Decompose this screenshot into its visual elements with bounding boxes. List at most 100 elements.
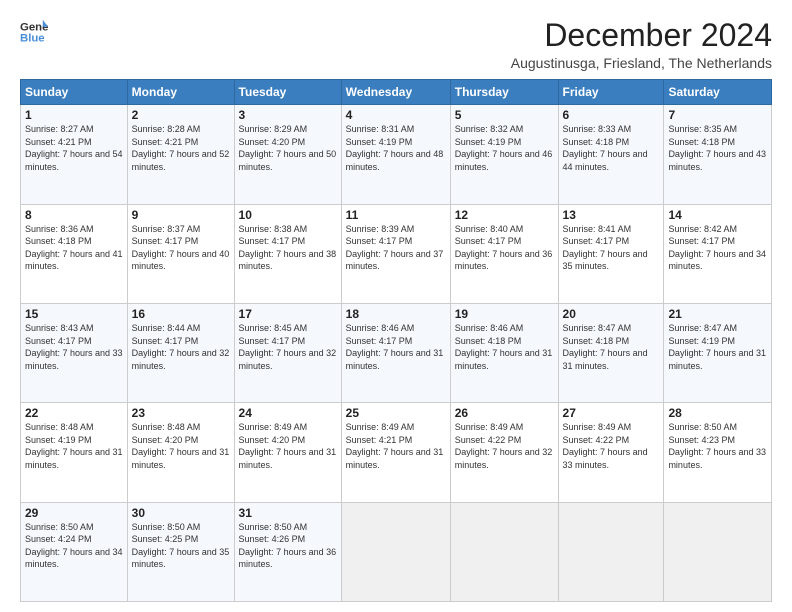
col-monday: Monday	[127, 80, 234, 105]
table-row	[664, 502, 772, 601]
day-info: Sunrise: 8:48 AMSunset: 4:20 PMDaylight:…	[132, 422, 230, 470]
table-row: 9 Sunrise: 8:37 AMSunset: 4:17 PMDayligh…	[127, 204, 234, 303]
day-info: Sunrise: 8:48 AMSunset: 4:19 PMDaylight:…	[25, 422, 123, 470]
col-saturday: Saturday	[664, 80, 772, 105]
logo: General Blue	[20, 18, 48, 46]
table-row: 28 Sunrise: 8:50 AMSunset: 4:23 PMDaylig…	[664, 403, 772, 502]
day-number: 19	[455, 307, 554, 321]
table-row: 20 Sunrise: 8:47 AMSunset: 4:18 PMDaylig…	[558, 303, 664, 402]
day-info: Sunrise: 8:49 AMSunset: 4:20 PMDaylight:…	[239, 422, 337, 470]
day-info: Sunrise: 8:36 AMSunset: 4:18 PMDaylight:…	[25, 224, 123, 272]
table-row: 7 Sunrise: 8:35 AMSunset: 4:18 PMDayligh…	[664, 105, 772, 204]
calendar-week-row: 8 Sunrise: 8:36 AMSunset: 4:18 PMDayligh…	[21, 204, 772, 303]
col-friday: Friday	[558, 80, 664, 105]
day-number: 30	[132, 506, 230, 520]
table-row: 31 Sunrise: 8:50 AMSunset: 4:26 PMDaylig…	[234, 502, 341, 601]
table-row: 22 Sunrise: 8:48 AMSunset: 4:19 PMDaylig…	[21, 403, 128, 502]
table-row: 29 Sunrise: 8:50 AMSunset: 4:24 PMDaylig…	[21, 502, 128, 601]
day-number: 20	[563, 307, 660, 321]
table-row: 10 Sunrise: 8:38 AMSunset: 4:17 PMDaylig…	[234, 204, 341, 303]
day-info: Sunrise: 8:45 AMSunset: 4:17 PMDaylight:…	[239, 323, 337, 371]
day-number: 14	[668, 208, 767, 222]
day-info: Sunrise: 8:31 AMSunset: 4:19 PMDaylight:…	[346, 124, 444, 172]
table-row: 1 Sunrise: 8:27 AMSunset: 4:21 PMDayligh…	[21, 105, 128, 204]
day-number: 4	[346, 108, 446, 122]
day-number: 26	[455, 406, 554, 420]
day-info: Sunrise: 8:40 AMSunset: 4:17 PMDaylight:…	[455, 224, 553, 272]
day-number: 15	[25, 307, 123, 321]
table-row: 30 Sunrise: 8:50 AMSunset: 4:25 PMDaylig…	[127, 502, 234, 601]
day-info: Sunrise: 8:39 AMSunset: 4:17 PMDaylight:…	[346, 224, 444, 272]
day-number: 29	[25, 506, 123, 520]
day-number: 13	[563, 208, 660, 222]
day-info: Sunrise: 8:32 AMSunset: 4:19 PMDaylight:…	[455, 124, 553, 172]
day-info: Sunrise: 8:50 AMSunset: 4:24 PMDaylight:…	[25, 522, 123, 570]
header: General Blue December 2024 Augustinusga,…	[20, 18, 772, 71]
day-number: 22	[25, 406, 123, 420]
day-info: Sunrise: 8:46 AMSunset: 4:17 PMDaylight:…	[346, 323, 444, 371]
table-row: 24 Sunrise: 8:49 AMSunset: 4:20 PMDaylig…	[234, 403, 341, 502]
table-row	[558, 502, 664, 601]
day-info: Sunrise: 8:50 AMSunset: 4:26 PMDaylight:…	[239, 522, 337, 570]
col-tuesday: Tuesday	[234, 80, 341, 105]
day-number: 16	[132, 307, 230, 321]
table-row: 12 Sunrise: 8:40 AMSunset: 4:17 PMDaylig…	[450, 204, 558, 303]
table-row: 6 Sunrise: 8:33 AMSunset: 4:18 PMDayligh…	[558, 105, 664, 204]
calendar-header-row: Sunday Monday Tuesday Wednesday Thursday…	[21, 80, 772, 105]
table-row: 17 Sunrise: 8:45 AMSunset: 4:17 PMDaylig…	[234, 303, 341, 402]
day-info: Sunrise: 8:29 AMSunset: 4:20 PMDaylight:…	[239, 124, 337, 172]
day-number: 11	[346, 208, 446, 222]
day-info: Sunrise: 8:44 AMSunset: 4:17 PMDaylight:…	[132, 323, 230, 371]
table-row: 8 Sunrise: 8:36 AMSunset: 4:18 PMDayligh…	[21, 204, 128, 303]
day-info: Sunrise: 8:41 AMSunset: 4:17 PMDaylight:…	[563, 224, 648, 272]
day-number: 1	[25, 108, 123, 122]
calendar-week-row: 15 Sunrise: 8:43 AMSunset: 4:17 PMDaylig…	[21, 303, 772, 402]
table-row: 15 Sunrise: 8:43 AMSunset: 4:17 PMDaylig…	[21, 303, 128, 402]
table-row: 25 Sunrise: 8:49 AMSunset: 4:21 PMDaylig…	[341, 403, 450, 502]
day-info: Sunrise: 8:33 AMSunset: 4:18 PMDaylight:…	[563, 124, 648, 172]
main-title: December 2024	[511, 18, 772, 53]
day-info: Sunrise: 8:43 AMSunset: 4:17 PMDaylight:…	[25, 323, 123, 371]
table-row: 11 Sunrise: 8:39 AMSunset: 4:17 PMDaylig…	[341, 204, 450, 303]
day-number: 21	[668, 307, 767, 321]
day-number: 12	[455, 208, 554, 222]
table-row: 2 Sunrise: 8:28 AMSunset: 4:21 PMDayligh…	[127, 105, 234, 204]
day-info: Sunrise: 8:38 AMSunset: 4:17 PMDaylight:…	[239, 224, 337, 272]
title-section: December 2024 Augustinusga, Friesland, T…	[511, 18, 772, 71]
calendar-week-row: 1 Sunrise: 8:27 AMSunset: 4:21 PMDayligh…	[21, 105, 772, 204]
table-row: 14 Sunrise: 8:42 AMSunset: 4:17 PMDaylig…	[664, 204, 772, 303]
svg-text:Blue: Blue	[20, 33, 45, 45]
day-info: Sunrise: 8:50 AMSunset: 4:25 PMDaylight:…	[132, 522, 230, 570]
day-info: Sunrise: 8:47 AMSunset: 4:19 PMDaylight:…	[668, 323, 766, 371]
day-info: Sunrise: 8:46 AMSunset: 4:18 PMDaylight:…	[455, 323, 553, 371]
table-row: 18 Sunrise: 8:46 AMSunset: 4:17 PMDaylig…	[341, 303, 450, 402]
col-thursday: Thursday	[450, 80, 558, 105]
calendar-week-row: 29 Sunrise: 8:50 AMSunset: 4:24 PMDaylig…	[21, 502, 772, 601]
col-sunday: Sunday	[21, 80, 128, 105]
day-number: 7	[668, 108, 767, 122]
day-info: Sunrise: 8:49 AMSunset: 4:22 PMDaylight:…	[455, 422, 553, 470]
logo-icon: General Blue	[20, 18, 48, 46]
day-number: 24	[239, 406, 337, 420]
table-row: 3 Sunrise: 8:29 AMSunset: 4:20 PMDayligh…	[234, 105, 341, 204]
page: General Blue December 2024 Augustinusga,…	[0, 0, 792, 612]
day-number: 8	[25, 208, 123, 222]
day-info: Sunrise: 8:49 AMSunset: 4:22 PMDaylight:…	[563, 422, 648, 470]
day-info: Sunrise: 8:49 AMSunset: 4:21 PMDaylight:…	[346, 422, 444, 470]
day-info: Sunrise: 8:28 AMSunset: 4:21 PMDaylight:…	[132, 124, 230, 172]
day-info: Sunrise: 8:35 AMSunset: 4:18 PMDaylight:…	[668, 124, 766, 172]
day-number: 5	[455, 108, 554, 122]
day-number: 9	[132, 208, 230, 222]
table-row	[341, 502, 450, 601]
day-number: 18	[346, 307, 446, 321]
table-row: 27 Sunrise: 8:49 AMSunset: 4:22 PMDaylig…	[558, 403, 664, 502]
table-row: 13 Sunrise: 8:41 AMSunset: 4:17 PMDaylig…	[558, 204, 664, 303]
table-row: 16 Sunrise: 8:44 AMSunset: 4:17 PMDaylig…	[127, 303, 234, 402]
day-number: 28	[668, 406, 767, 420]
table-row	[450, 502, 558, 601]
table-row: 23 Sunrise: 8:48 AMSunset: 4:20 PMDaylig…	[127, 403, 234, 502]
table-row: 26 Sunrise: 8:49 AMSunset: 4:22 PMDaylig…	[450, 403, 558, 502]
day-info: Sunrise: 8:47 AMSunset: 4:18 PMDaylight:…	[563, 323, 648, 371]
subtitle: Augustinusga, Friesland, The Netherlands	[511, 55, 772, 71]
day-number: 27	[563, 406, 660, 420]
